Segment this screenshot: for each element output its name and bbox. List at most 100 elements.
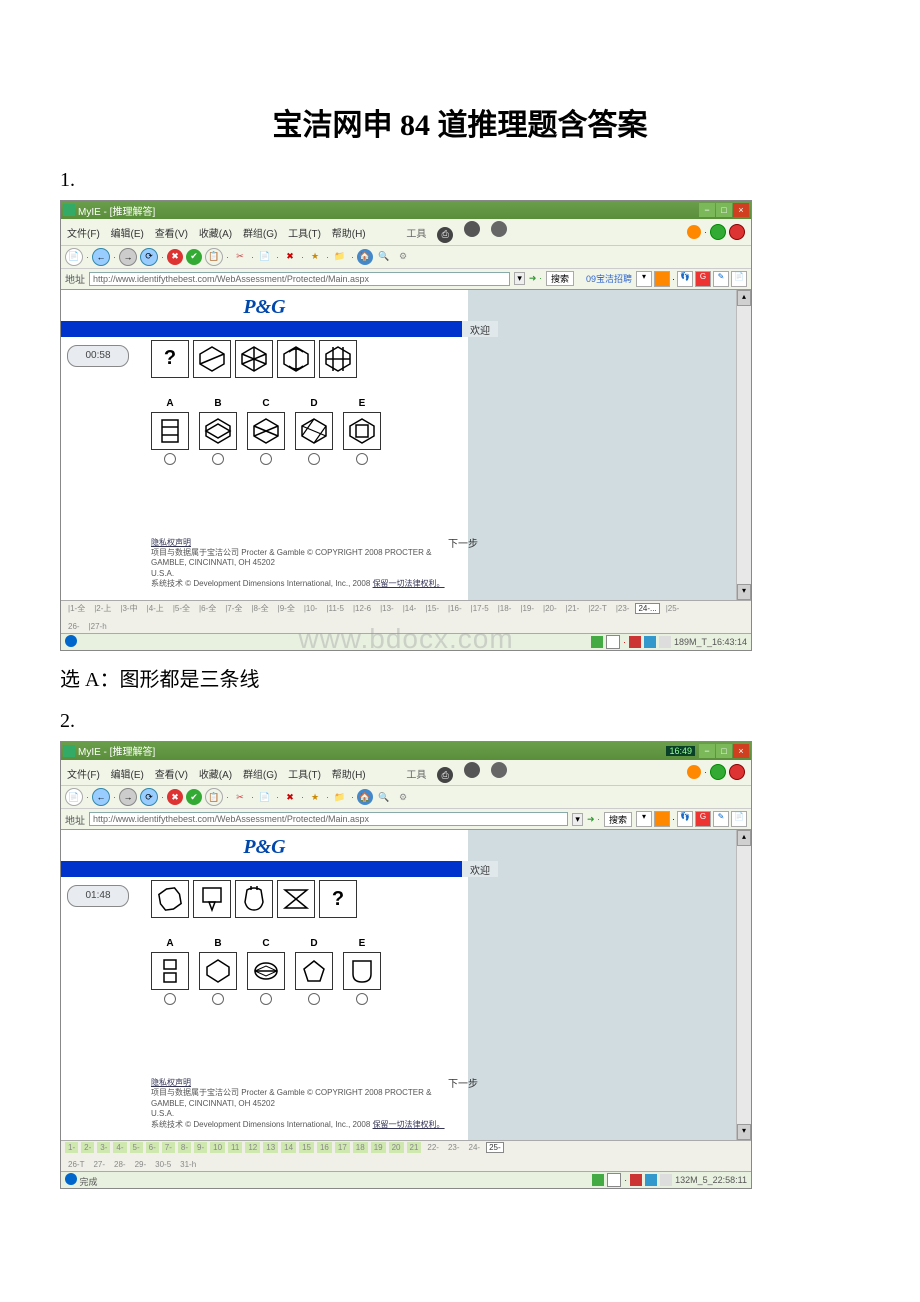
radio-e[interactable] bbox=[356, 453, 368, 465]
menu-edit[interactable]: 编辑(E) bbox=[111, 229, 144, 240]
tab-item[interactable]: 7- bbox=[162, 1142, 175, 1153]
delete-icon[interactable]: ✖ bbox=[282, 249, 298, 265]
tab-item[interactable]: |5-全 bbox=[170, 602, 193, 615]
tab-item[interactable]: 26- bbox=[65, 621, 83, 632]
search-link[interactable]: 09宝洁招聘 bbox=[586, 272, 632, 285]
minimize-button[interactable]: − bbox=[699, 203, 715, 217]
tab-item[interactable]: |23- bbox=[613, 603, 633, 614]
reload-icon[interactable]: ⟳ bbox=[140, 248, 158, 266]
tab-item[interactable]: |27-h bbox=[86, 621, 110, 632]
stop-icon[interactable] bbox=[729, 764, 745, 780]
menu-view[interactable]: 查看(V) bbox=[155, 229, 188, 240]
baidu-icon[interactable]: 👣 bbox=[677, 811, 693, 827]
tab-item[interactable]: 20 bbox=[389, 1142, 404, 1153]
rights-link[interactable]: 保留一切法律权利。 bbox=[373, 1120, 445, 1129]
scroll-up-icon[interactable]: ▴ bbox=[737, 830, 751, 846]
radio-e[interactable] bbox=[356, 993, 368, 1005]
addr-tool-5[interactable]: ✎ bbox=[713, 811, 729, 827]
back-icon[interactable]: ← bbox=[92, 248, 110, 266]
refresh-icon[interactable] bbox=[710, 224, 726, 240]
google-icon[interactable]: G bbox=[695, 811, 711, 827]
search-button[interactable]: 搜索 bbox=[604, 812, 632, 827]
go-icon[interactable]: ✔ bbox=[186, 249, 202, 265]
stop-icon-2[interactable]: ✖ bbox=[167, 249, 183, 265]
tab-item[interactable]: |9-全 bbox=[275, 602, 298, 615]
tab-item[interactable]: 11 bbox=[228, 1142, 242, 1153]
scrollbar[interactable]: ▴ ▾ bbox=[736, 830, 751, 1140]
maximize-button[interactable]: □ bbox=[716, 203, 732, 217]
tool-icon-2[interactable] bbox=[464, 221, 480, 237]
back-icon[interactable]: ← bbox=[92, 788, 110, 806]
scroll-up-icon[interactable]: ▴ bbox=[737, 290, 751, 306]
privacy-link[interactable]: 隐私权声明 bbox=[151, 538, 191, 547]
url-input[interactable]: http://www.identifythebest.com/WebAssess… bbox=[89, 812, 568, 826]
tab-item[interactable]: 30-5 bbox=[152, 1159, 174, 1170]
search-icon[interactable]: 🔍 bbox=[376, 249, 392, 265]
menu-help[interactable]: 帮助(H) bbox=[332, 229, 366, 240]
privacy-link[interactable]: 隐私权声明 bbox=[151, 1078, 191, 1087]
cut-icon[interactable]: ✂ bbox=[232, 789, 248, 805]
tab-item[interactable]: 21 bbox=[407, 1142, 422, 1153]
tab-item[interactable]: 8- bbox=[178, 1142, 191, 1153]
baidu-icon[interactable]: 👣 bbox=[677, 271, 693, 287]
menu-view[interactable]: 查看(V) bbox=[155, 770, 188, 781]
addr-tool-2[interactable] bbox=[654, 811, 670, 827]
go-dropdown[interactable]: ▾ bbox=[514, 272, 525, 285]
tab-item[interactable]: |16- bbox=[445, 603, 465, 614]
close-button[interactable]: × bbox=[733, 203, 749, 217]
tab-item[interactable]: |20- bbox=[540, 603, 560, 614]
tab-item[interactable]: |19- bbox=[517, 603, 537, 614]
addr-tool-6[interactable]: 📄 bbox=[731, 271, 747, 287]
tab-item[interactable]: |18- bbox=[495, 603, 515, 614]
tab-item[interactable]: |15- bbox=[422, 603, 442, 614]
scrollbar[interactable]: ▴ ▾ bbox=[736, 290, 751, 600]
refresh-icon[interactable] bbox=[710, 764, 726, 780]
tab-item[interactable]: 13 bbox=[263, 1142, 278, 1153]
tool-a-icon[interactable]: 📋 bbox=[205, 248, 223, 266]
tab-item[interactable]: 12 bbox=[245, 1142, 260, 1153]
menu-file[interactable]: 文件(F) bbox=[67, 229, 100, 240]
radio-a[interactable] bbox=[164, 453, 176, 465]
tab-item[interactable]: 19 bbox=[371, 1142, 386, 1153]
tab-item[interactable]: |8-全 bbox=[248, 602, 271, 615]
menu-tools[interactable]: 工具(T) bbox=[288, 770, 321, 781]
tab-item[interactable]: 31-h bbox=[177, 1159, 199, 1170]
tab-item[interactable]: 2- bbox=[81, 1142, 94, 1153]
tab-item[interactable]: |25- bbox=[663, 603, 683, 614]
tab-item[interactable]: 9- bbox=[194, 1142, 207, 1153]
favorites-icon[interactable]: ★ bbox=[307, 249, 323, 265]
addr-tool-2[interactable] bbox=[654, 271, 670, 287]
tab-item[interactable]: |6-全 bbox=[196, 602, 219, 615]
close-button[interactable]: × bbox=[733, 744, 749, 758]
addr-tool-1[interactable]: ▾ bbox=[636, 811, 652, 827]
addr-tool-5[interactable]: ✎ bbox=[713, 271, 729, 287]
tab-item[interactable]: 3- bbox=[97, 1142, 110, 1153]
scroll-down-icon[interactable]: ▾ bbox=[737, 584, 751, 600]
addr-tool-1[interactable]: ▾ bbox=[636, 271, 652, 287]
url-input[interactable]: http://www.identifythebest.com/WebAssess… bbox=[89, 272, 510, 286]
home-icon[interactable]: 🏠 bbox=[357, 789, 373, 805]
minimize-button[interactable]: − bbox=[699, 744, 715, 758]
new-icon[interactable]: 📄 bbox=[65, 788, 83, 806]
tab-item[interactable]: |14- bbox=[400, 603, 420, 614]
stop-icon-2[interactable]: ✖ bbox=[167, 789, 183, 805]
tab-item[interactable]: 1- bbox=[65, 1142, 78, 1153]
tab-item[interactable]: 15 bbox=[299, 1142, 314, 1153]
go-dropdown[interactable]: ▾ bbox=[572, 813, 583, 826]
favorites-icon[interactable]: ★ bbox=[307, 789, 323, 805]
tab-item[interactable]: |7-全 bbox=[222, 602, 245, 615]
go-icon[interactable]: ✔ bbox=[186, 789, 202, 805]
radio-c[interactable] bbox=[260, 453, 272, 465]
skin-icon[interactable] bbox=[687, 225, 701, 239]
tool-icon-2[interactable] bbox=[464, 762, 480, 778]
tab-item[interactable]: 26-T bbox=[65, 1159, 87, 1170]
menu-edit[interactable]: 编辑(E) bbox=[111, 770, 144, 781]
tab-item[interactable]: 17 bbox=[335, 1142, 350, 1153]
menu-favorites[interactable]: 收藏(A) bbox=[199, 229, 232, 240]
menu-group[interactable]: 群组(G) bbox=[243, 229, 277, 240]
go-button[interactable]: ➜ · bbox=[529, 273, 542, 284]
tab-item[interactable]: |1-全 bbox=[65, 602, 88, 615]
tool-icon-3[interactable] bbox=[491, 221, 507, 237]
tab-item[interactable]: 16 bbox=[317, 1142, 332, 1153]
reload-icon[interactable]: ⟳ bbox=[140, 788, 158, 806]
